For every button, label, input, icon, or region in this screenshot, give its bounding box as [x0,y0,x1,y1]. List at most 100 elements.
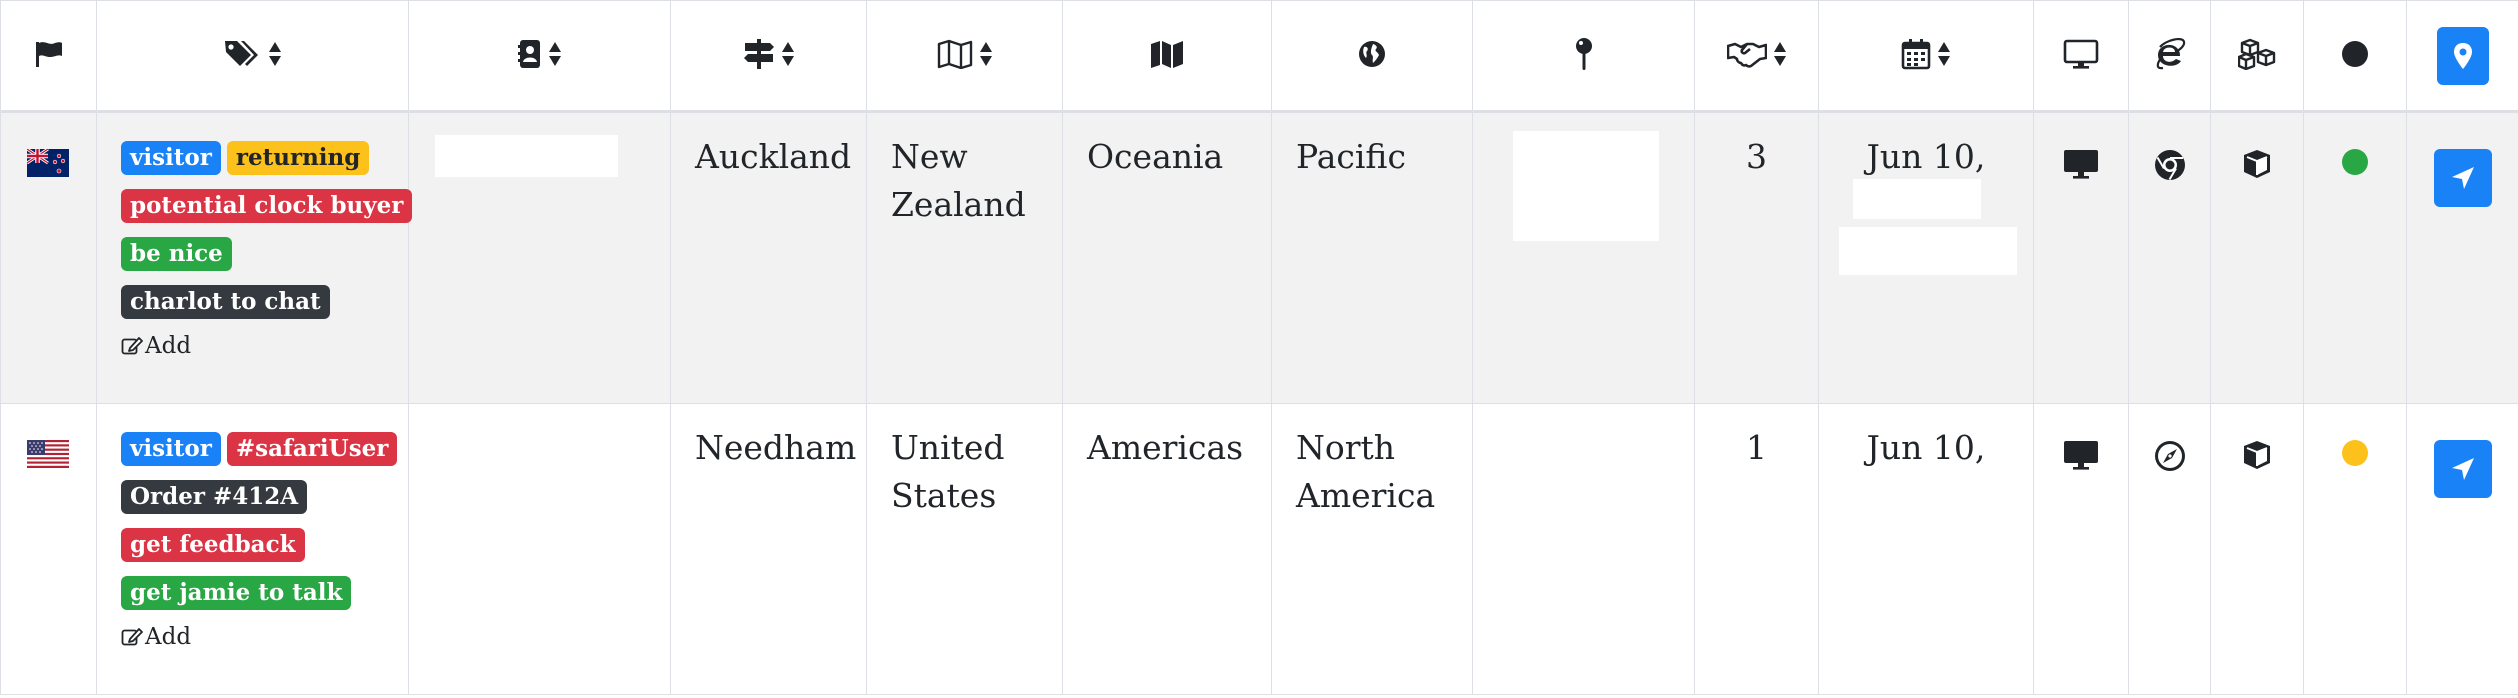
new-zealand-flag-icon [27,149,69,177]
sort-icon[interactable] [268,41,282,67]
add-tag-label: Add [145,333,192,359]
desktop-icon [2064,441,2098,470]
handshake-icon [1726,42,1767,68]
city-cell: Needham [670,403,867,695]
redacted-location [1513,131,1659,241]
os-cell [2210,403,2304,695]
calendar-icon [1901,38,1931,69]
header-device [2033,0,2129,113]
locate-visitor-button[interactable] [2433,149,2492,207]
status-dot [2342,149,2368,175]
device-cell [2033,111,2129,404]
redacted-date [1853,179,1981,219]
date-text: Jun 10, [1866,428,1986,467]
add-tag-label: Add [145,624,192,650]
city-cell: Auckland [670,111,867,404]
tags-icon [224,40,258,66]
region-text: Pacific [1296,137,1406,176]
signpost-icon [743,38,774,69]
header-tags[interactable] [96,0,409,113]
globe-icon [1359,40,1385,67]
visits-cell: 3 [1694,111,1819,404]
visits-cell: 1 [1694,403,1819,695]
tag-badge[interactable]: get feedback [121,528,305,562]
status-circle-icon [2342,40,2368,67]
date-cell: Jun 10, [1818,111,2034,404]
header-flag [0,0,97,113]
location-arrow-icon [2451,167,2474,189]
safari-compass-icon [2154,441,2185,471]
tag-badge[interactable]: be nice [121,237,232,271]
header-date[interactable] [1818,0,2034,113]
sort-icon[interactable] [548,41,562,67]
internet-explorer-icon [2156,37,2185,69]
visitors-table: visitor returning potential clock buyer b… [0,0,2518,695]
country-text: United States [891,428,1005,515]
tag-badge[interactable]: visitor [121,432,221,466]
header-locate[interactable] [2406,0,2518,113]
tag-badge[interactable]: potential clock buyer [121,189,413,223]
tag-badge[interactable]: Order #412A [121,480,308,514]
edit-icon [121,337,143,355]
continent-cell: Oceania [1062,111,1272,404]
tag-badge[interactable]: returning [226,141,370,175]
add-tag-link[interactable]: Add [121,333,191,359]
tag-badge[interactable]: get jamie to talk [121,576,352,610]
tag-badge[interactable]: visitor [121,141,221,175]
tags-cell: visitor returning potential clock buyer b… [96,111,413,404]
status-cell [2303,403,2407,695]
device-cell [2033,403,2129,695]
cubes-icon [2238,38,2276,70]
status-dot [2342,440,2368,466]
header-visits[interactable] [1694,0,1819,113]
header-continent [1062,0,1272,113]
region-cell: North America [1271,403,1473,695]
header-status [2303,0,2407,113]
redacted-time [1839,227,2017,275]
header-browser [2128,0,2211,113]
action-cell [2406,403,2518,695]
edit-icon [121,628,143,646]
tag-badge[interactable]: #safariUser [226,432,398,466]
sort-icon[interactable] [979,41,993,67]
country-cell: New Zealand [866,111,1063,404]
sort-icon[interactable] [1773,41,1787,67]
country-cell: United States [866,403,1063,695]
header-os [2210,0,2304,113]
flag-cell [0,111,97,404]
continent-text: Oceania [1087,137,1224,176]
status-cell [2303,111,2407,404]
sort-icon[interactable] [781,41,795,67]
country-text: New Zealand [891,137,1026,224]
region-cell: Pacific [1271,111,1473,404]
desktop-icon [2064,150,2098,179]
action-cell [2406,111,2518,404]
browser-cell [2128,111,2211,404]
chrome-icon [2154,150,2185,181]
header-country[interactable] [866,0,1063,113]
contact-card-icon [517,39,540,68]
flag-icon [34,40,64,68]
region-text: North America [1296,428,1436,515]
table-row[interactable]: visitor returning potential clock buyer b… [0,111,2518,404]
add-tag-link[interactable]: Add [121,624,191,650]
location-cell [1472,111,1695,404]
visits-count: 1 [1746,428,1767,467]
cube-icon [2244,150,2270,178]
locate-visitor-button[interactable] [2433,440,2492,498]
sort-icon[interactable] [1937,41,1951,67]
browser-cell [2128,403,2211,695]
location-cell [1472,403,1695,695]
date-cell: Jun 10, [1818,403,2034,695]
city-text: Needham [695,428,857,467]
cube-icon [2244,441,2270,469]
folded-map-icon [937,39,972,69]
table-row[interactable]: visitor #safariUser Order #412A get feedb… [0,403,2518,695]
header-city[interactable] [670,0,867,113]
continent-cell: Americas [1062,403,1272,695]
header-location [1472,0,1695,113]
tag-badge[interactable]: charlot to chat [121,285,330,319]
visits-count: 3 [1746,137,1767,176]
locate-all-button[interactable] [2436,26,2489,85]
header-contact[interactable] [408,0,671,113]
